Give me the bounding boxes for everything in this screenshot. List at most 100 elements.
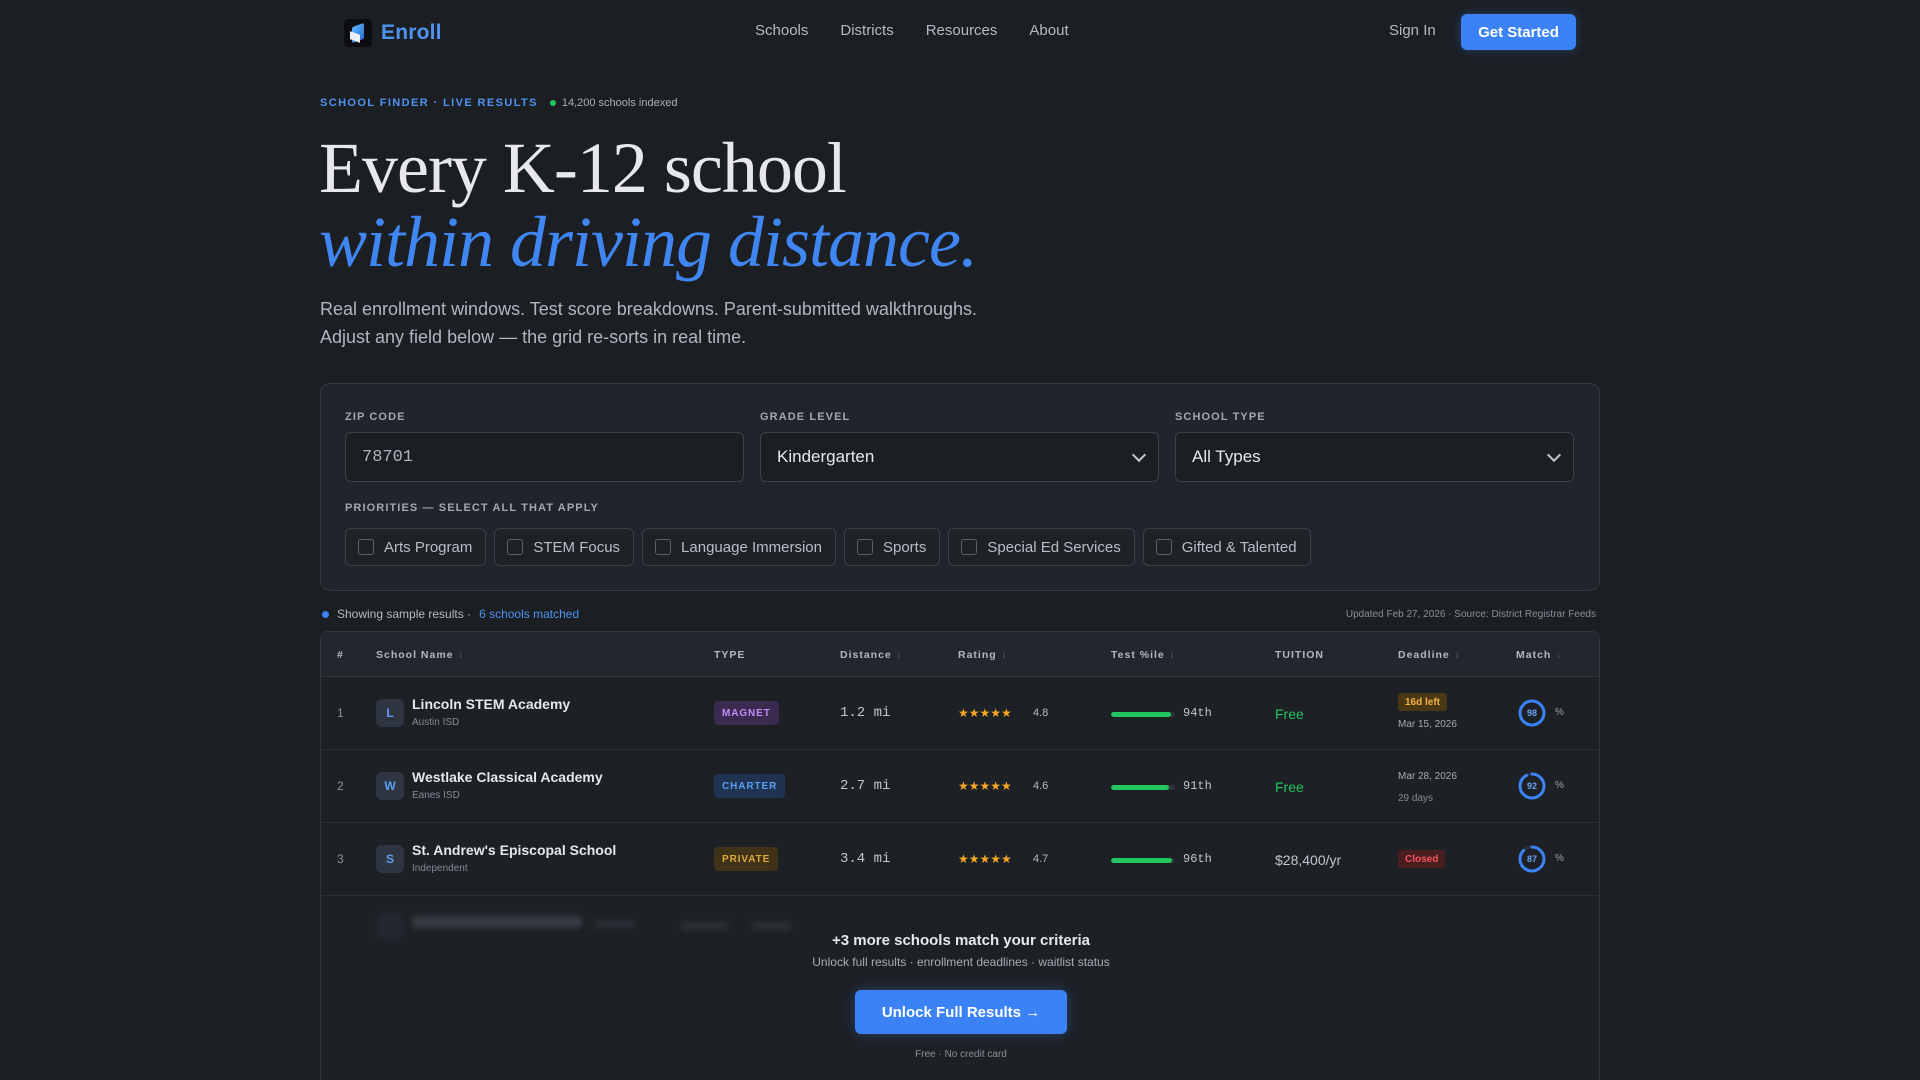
deadline-badge: Closed: [1398, 850, 1446, 868]
checkbox-icon[interactable]: [856, 539, 873, 555]
star-icon: ★★★★★: [958, 852, 1012, 866]
test-percentile-label: 94th: [1183, 706, 1212, 720]
match-score: 98: [1526, 708, 1537, 718]
grade-level-select[interactable]: Kindergarten: [760, 432, 1159, 482]
logo-mark-icon: [344, 19, 372, 47]
rating-value: 4.8: [1033, 707, 1049, 719]
test-percentile-bar: [1111, 712, 1175, 717]
school-district: Eanes ISD: [412, 790, 460, 801]
checkbox-icon[interactable]: [961, 539, 978, 555]
filter-panel: ZIP CODE 78701 GRADE LEVEL Kindergarten …: [320, 383, 1600, 591]
school-avatar: L: [376, 699, 404, 727]
checkbox-icon[interactable]: [507, 539, 524, 555]
deadline-date: Mar 15, 2026: [1398, 719, 1457, 730]
unlock-full-results-button[interactable]: Unlock Full Results →: [855, 990, 1067, 1034]
match-ring: 92: [1516, 770, 1548, 802]
table-header: # School Name ↕ TYPE Distance ↕ Rating ↕ Te…: [321, 632, 1599, 677]
column-deadline[interactable]: Deadline ↕: [1398, 649, 1460, 661]
priority-chip-stem[interactable]: STEM Focus: [494, 528, 635, 566]
test-percentile-bar: [1111, 858, 1175, 863]
rating-value: 4.7: [1033, 853, 1049, 865]
updated-source: Updated Feb 27, 2026 · Source: District …: [1345, 609, 1596, 620]
chevron-down-icon: [1546, 447, 1562, 463]
nav-link-about[interactable]: About: [1029, 22, 1068, 39]
deadline-date: Mar 28, 2026: [1398, 771, 1457, 782]
blurred-preview-row: [321, 898, 1599, 958]
hero-title: Every K-12 school: [319, 128, 847, 208]
school-name[interactable]: St. Andrew's Episcopal School: [412, 842, 616, 858]
match-percent-sign: %: [1555, 780, 1564, 791]
hero-title-accent: within driving distance.: [319, 202, 978, 282]
checkbox-icon[interactable]: [358, 539, 374, 555]
column-distance[interactable]: Distance ↕: [840, 649, 902, 661]
school-name[interactable]: Westlake Classical Academy: [412, 769, 603, 785]
sort-icon: ↕: [1454, 650, 1461, 660]
match-score: 87: [1526, 854, 1537, 864]
hero-subtitle: Real enrollment windows. Test score brea…: [320, 295, 1080, 351]
row-number: 3: [337, 852, 344, 866]
match-percent-sign: %: [1555, 853, 1564, 864]
test-percentile-fill: [1111, 785, 1170, 790]
row-number: 1: [337, 706, 344, 720]
school-type-select[interactable]: All Types: [1175, 432, 1574, 482]
test-percentile-bar: [1111, 785, 1175, 790]
table-row[interactable]: 2 W Westlake Classical Academy Eanes ISD CHA…: [321, 750, 1599, 823]
status-dot-icon: [549, 100, 556, 106]
school-district: Independent: [412, 863, 468, 874]
school-type-label: SCHOOL TYPE: [1175, 411, 1266, 423]
row-number: 2: [337, 779, 344, 793]
rating-value: 4.6: [1033, 780, 1049, 792]
priority-chip-special-ed[interactable]: Special Ed Services: [948, 528, 1135, 566]
priority-chip-sports[interactable]: Sports: [843, 528, 941, 566]
deadline-badge: 16d left: [1398, 693, 1448, 711]
hero-subtitle-line-1: Real enrollment windows. Test score brea…: [320, 299, 977, 319]
school-name[interactable]: Lincoln STEM Academy: [412, 696, 570, 712]
column-tuition: TUITION: [1275, 649, 1324, 661]
school-type-badge: PRIVATE: [714, 847, 779, 871]
nav-links: Schools Districts Resources About: [755, 22, 1069, 39]
zip-code-input[interactable]: 78701: [345, 432, 744, 482]
school-avatar: W: [376, 772, 404, 800]
unlock-title: +3 more schools match your criteria: [831, 932, 1091, 949]
nav-link-schools[interactable]: Schools: [755, 22, 808, 39]
table-row[interactable]: 1 L Lincoln STEM Academy Austin ISD MAGNET 1.…: [321, 677, 1599, 750]
indexed-status: 14,200 schools indexed: [549, 97, 678, 109]
column-rating[interactable]: Rating ↕: [958, 649, 1007, 661]
chip-label: Special Ed Services: [987, 538, 1121, 556]
tuition-value: Free: [1275, 706, 1304, 722]
hero-eyebrow: SCHOOL FINDER · LIVE RESULTS 14,200 scho…: [320, 97, 677, 109]
indexed-count: 14,200 schools indexed: [561, 97, 678, 109]
tuition-value: Free: [1275, 779, 1304, 795]
column-match[interactable]: Match ↓: [1516, 649, 1562, 661]
matched-count[interactable]: 6 schools matched: [479, 607, 579, 621]
top-navigation: Enroll Schools Districts Resources About…: [0, 0, 1920, 64]
unlock-subtitle: Unlock full results · enrollment deadlin…: [812, 955, 1110, 969]
test-percentile-label: 96th: [1183, 852, 1212, 866]
priority-chip-arts[interactable]: Arts Program: [345, 528, 487, 566]
nav-link-resources[interactable]: Resources: [926, 22, 998, 39]
priority-chip-gifted[interactable]: Gifted & Talented: [1142, 528, 1311, 566]
checkbox-icon[interactable]: [655, 539, 672, 555]
status-dot-icon: [322, 610, 329, 618]
sort-icon: ↕: [896, 650, 903, 660]
match-percent-sign: %: [1555, 707, 1564, 718]
checkbox-icon[interactable]: [1155, 539, 1172, 555]
tuition-value: $28,400/yr: [1275, 852, 1342, 868]
chip-label: STEM Focus: [533, 538, 621, 556]
grade-level-value: Kindergarten: [777, 447, 875, 466]
school-district: Austin ISD: [412, 717, 460, 728]
priority-chip-language[interactable]: Language Immersion: [642, 528, 836, 566]
star-icon: ★★★★★: [958, 779, 1012, 793]
column-school-name[interactable]: School Name ↕: [376, 649, 464, 661]
get-started-button[interactable]: Get Started: [1461, 14, 1576, 50]
table-row[interactable]: 3 S St. Andrew's Episcopal School Independe…: [321, 823, 1599, 896]
sign-in-link[interactable]: Sign In: [1389, 22, 1436, 39]
column-test-percentile[interactable]: Test %ile ↕: [1111, 649, 1175, 661]
column-num: #: [337, 649, 344, 661]
distance-value: 3.4 mi: [840, 851, 891, 867]
nav-link-districts[interactable]: Districts: [840, 22, 893, 39]
chevron-down-icon: [1131, 447, 1147, 463]
test-percentile-label: 91th: [1183, 779, 1212, 793]
brand-logo[interactable]: Enroll: [344, 19, 442, 47]
results-meta: Showing sample results · 6 schools match…: [322, 607, 579, 621]
